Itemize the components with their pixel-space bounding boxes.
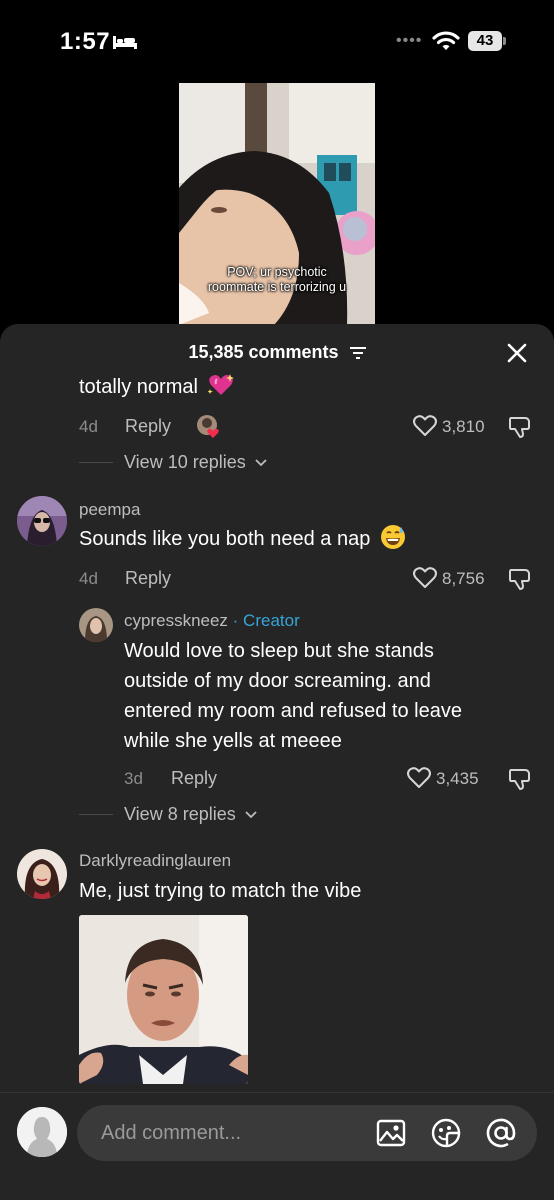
heart-icon[interactable] [412,414,438,438]
heart-icon[interactable] [412,566,438,590]
reply-button[interactable]: Reply [171,768,217,789]
avatar[interactable] [17,849,67,899]
chevron-down-icon [245,811,257,819]
comment-gif-image[interactable] [79,915,248,1084]
comments-sheet: 15,385 comments totally normal 4d Reply [0,324,554,1200]
signal-icon: •••• [396,32,423,49]
status-bar: 1:57 •••• 43 [0,0,554,80]
comment-username[interactable]: peempa [79,500,140,520]
dislike-icon[interactable] [507,767,533,791]
sparkling-heart-emoji-icon [206,374,234,395]
view-replies-button[interactable]: View 10 replies [124,452,267,473]
reply-date: 3d [124,769,143,788]
like-count: 3,810 [442,417,485,436]
dislike-icon[interactable] [507,415,533,439]
image-icon[interactable] [375,1117,407,1149]
comment-count[interactable]: 15,385 comments [0,342,554,363]
reply-text: Would love to sleep but she stands outsi… [124,640,462,752]
reply-button[interactable]: Reply [125,568,171,589]
bed-icon [113,36,137,49]
wifi-icon [432,31,460,50]
video-caption: POV; ur psychotic roommate is terrorizin… [207,265,347,294]
close-icon[interactable] [505,341,529,365]
comment-date: 4d [79,569,98,588]
reply-username[interactable]: cypresskneez · Creator [124,611,300,631]
chevron-down-icon [255,459,267,467]
battery-level: 43 [468,31,502,51]
liked-by-creator-icon [197,415,219,438]
battery-icon: 43 [468,31,506,51]
comment-input[interactable] [101,1105,361,1161]
avatar[interactable] [17,496,67,546]
avatar[interactable] [79,608,113,642]
dislike-icon[interactable] [507,567,533,591]
grinning-sweat-emoji-icon [380,525,405,549]
mention-icon[interactable] [485,1117,517,1149]
comment-text: Sounds like you both need a nap [79,524,406,554]
comment-date: 4d [79,417,98,436]
filter-icon[interactable] [349,347,366,360]
creator-badge: · Creator [232,611,300,630]
reply-button[interactable]: Reply [125,416,171,437]
comment-text: totally normal [79,372,234,402]
comment-input-bar [0,1092,554,1200]
like-count: 8,756 [442,569,485,588]
heart-icon[interactable] [406,766,432,790]
user-avatar[interactable] [17,1107,67,1157]
add-comment-field[interactable] [77,1105,537,1161]
like-count: 3,435 [436,769,479,788]
video-thumbnail[interactable]: POV; ur psychotic roommate is terrorizin… [179,83,375,325]
comment-username[interactable]: Darklyreadinglauren [79,851,231,871]
view-replies-button[interactable]: View 8 replies [124,804,257,825]
status-time: 1:57 [60,28,111,55]
emoji-icon[interactable] [430,1117,462,1149]
comment-text: Me, just trying to match the vibe [79,880,362,902]
